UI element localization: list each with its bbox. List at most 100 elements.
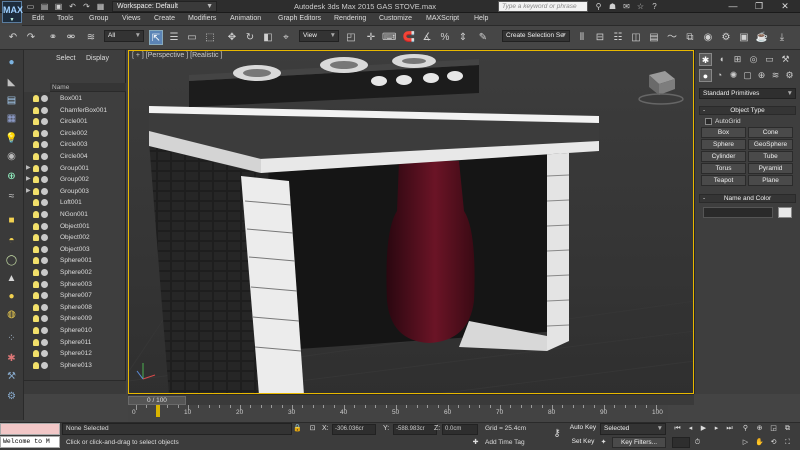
select-object-icon[interactable]: ⇱ <box>149 30 163 45</box>
pyramid-button[interactable]: Pyramid <box>748 163 793 174</box>
key-filter-icon[interactable]: ✦ <box>598 437 609 448</box>
field-of-view-icon[interactable]: ▷ <box>740 437 751 448</box>
geometry-icon[interactable]: ● <box>699 69 712 82</box>
visibility-icon[interactable] <box>33 153 39 160</box>
app-logo[interactable]: MAX ▼ <box>2 1 23 23</box>
freeze-icon[interactable] <box>41 257 48 265</box>
freeze-icon[interactable] <box>41 176 48 184</box>
open-file-icon[interactable]: ▤ <box>38 1 51 12</box>
keyboard-shortcut-icon[interactable]: ⌨ <box>382 30 396 45</box>
explorer-row[interactable]: ▶ Group003 <box>26 186 122 197</box>
visibility-icon[interactable] <box>33 129 39 137</box>
explorer-row[interactable]: Circle003 <box>26 139 122 150</box>
menu-modifiers[interactable]: Modifiers <box>188 15 216 22</box>
spinner-snap-icon[interactable]: ⇕ <box>456 30 470 45</box>
explorer-row[interactable]: Sphere002 <box>26 267 122 278</box>
rectangular-selection-icon[interactable]: ▭ <box>185 30 199 45</box>
dynamics-icon[interactable]: ✱ <box>4 352 19 366</box>
freeze-icon[interactable] <box>41 153 48 160</box>
visibility-icon[interactable] <box>33 199 39 207</box>
visibility-icon[interactable] <box>33 292 39 300</box>
freeze-icon[interactable] <box>41 95 48 102</box>
explorer-row[interactable]: ChamferBox001 <box>26 105 122 116</box>
object-name-field[interactable] <box>703 207 773 218</box>
freeze-icon[interactable] <box>41 315 48 323</box>
auto-key-button[interactable]: Auto Key <box>568 423 598 434</box>
undo-title-icon[interactable]: ↶ <box>66 1 79 12</box>
favorites-icon[interactable]: ☆ <box>634 1 647 12</box>
cameras-icon[interactable]: ▢ <box>741 69 754 82</box>
visibility-icon[interactable] <box>33 280 39 288</box>
explorer-row[interactable]: Object003 <box>26 244 122 255</box>
explorer-tab-select[interactable]: Select <box>56 55 75 62</box>
schematic-view-icon[interactable]: ⧉ <box>683 30 697 45</box>
freeze-icon[interactable] <box>41 129 48 137</box>
search-input[interactable]: Type a keyword or phrase <box>498 1 588 12</box>
freeze-icon[interactable] <box>41 164 48 172</box>
menu-tools[interactable]: Tools <box>57 15 73 22</box>
curve-editor-icon[interactable]: 〜 <box>665 30 679 45</box>
time-slider-handle[interactable]: 0 / 100 <box>128 396 186 405</box>
freeze-icon[interactable] <box>41 245 48 253</box>
time-config-icon[interactable]: ⏱ <box>692 437 703 448</box>
mirror-icon[interactable]: ⫴ <box>575 30 589 45</box>
set-key-button[interactable]: Set Key <box>568 437 598 448</box>
go-to-start-icon[interactable]: ⏮ <box>672 423 683 434</box>
explorer-column-name[interactable]: Name <box>50 83 126 92</box>
ribbon-toggle-icon[interactable]: ▤ <box>647 30 661 45</box>
explorer-row[interactable]: Object001 <box>26 221 122 232</box>
material-editor-icon[interactable]: ◉ <box>701 30 715 45</box>
help-icon[interactable]: ? <box>648 1 661 12</box>
sphere-button[interactable]: Sphere <box>701 139 746 150</box>
current-frame-field[interactable] <box>672 437 690 448</box>
expand-arrow-icon[interactable]: ▶ <box>26 186 33 197</box>
teapot-icon[interactable]: ● <box>4 290 19 304</box>
edit-named-selection-icon[interactable]: ✎ <box>476 30 490 45</box>
percent-snap-icon[interactable]: % <box>438 30 452 45</box>
freeze-icon[interactable] <box>41 350 48 358</box>
absolute-mode-icon[interactable]: ⊡ <box>307 423 318 434</box>
menu-views[interactable]: Views <box>122 15 141 22</box>
zoom-extents-icon[interactable]: ◲ <box>768 423 779 434</box>
explorer-row[interactable]: Circle001 <box>26 116 122 127</box>
unlink-icon[interactable]: ⚮ <box>64 30 78 45</box>
explorer-tab-display[interactable]: Display <box>86 55 109 62</box>
explorer-row[interactable]: Circle004 <box>26 151 122 162</box>
freeze-icon[interactable] <box>41 327 48 334</box>
snaps-toggle-icon[interactable]: 🧲 <box>402 30 416 45</box>
hemisphere-icon[interactable]: ◓ <box>4 234 19 248</box>
visibility-icon[interactable] <box>33 315 39 323</box>
teapot-button[interactable]: Teapot <box>701 175 746 186</box>
scene-states-icon[interactable]: ▦ <box>4 112 19 126</box>
x-coordinate-field[interactable]: -306.036cr <box>332 424 376 435</box>
explorer-row[interactable]: Object002 <box>26 232 122 243</box>
close-button[interactable]: ✕ <box>774 0 796 12</box>
key-filters-button[interactable]: Key Filters... <box>612 437 666 448</box>
maximize-button[interactable]: ❐ <box>748 0 770 12</box>
select-by-name-icon[interactable]: ☰ <box>167 30 181 45</box>
scene-explorer-toggle-icon[interactable]: ☷ <box>611 30 625 45</box>
align-icon[interactable]: ⊟ <box>593 30 607 45</box>
menu-group[interactable]: Group <box>89 15 108 22</box>
torus-button[interactable]: Torus <box>701 163 746 174</box>
autogrid-checkbox[interactable]: AutoGrid <box>705 118 741 125</box>
menu-edit[interactable]: Edit <box>32 15 44 22</box>
explorer-row[interactable]: Box001 <box>26 93 122 104</box>
add-time-tag[interactable]: Add Time Tag <box>485 439 525 446</box>
freeze-icon[interactable] <box>41 269 48 276</box>
pivot-center-icon[interactable]: ◰ <box>344 30 358 45</box>
freeze-icon[interactable] <box>41 361 48 369</box>
hierarchy-tab-icon[interactable]: ⊞ <box>731 53 744 66</box>
shapes-icon[interactable]: ◔ <box>713 69 726 82</box>
visibility-icon[interactable] <box>33 327 39 334</box>
visibility-icon[interactable] <box>33 141 39 149</box>
layers-icon[interactable]: ▤ <box>4 94 19 108</box>
explorer-row[interactable]: Sphere011 <box>26 337 122 348</box>
menu-animation[interactable]: Animation <box>230 15 261 22</box>
render-production-icon[interactable]: ☕ <box>755 30 769 45</box>
freeze-icon[interactable] <box>41 234 48 242</box>
explorer-row[interactable]: Sphere010 <box>26 325 122 336</box>
menu-help[interactable]: Help <box>474 15 488 22</box>
systems-icon[interactable]: ⚙ <box>783 69 796 82</box>
named-selection-sets-dropdown[interactable]: Create Selection Se ▼ <box>502 30 570 42</box>
